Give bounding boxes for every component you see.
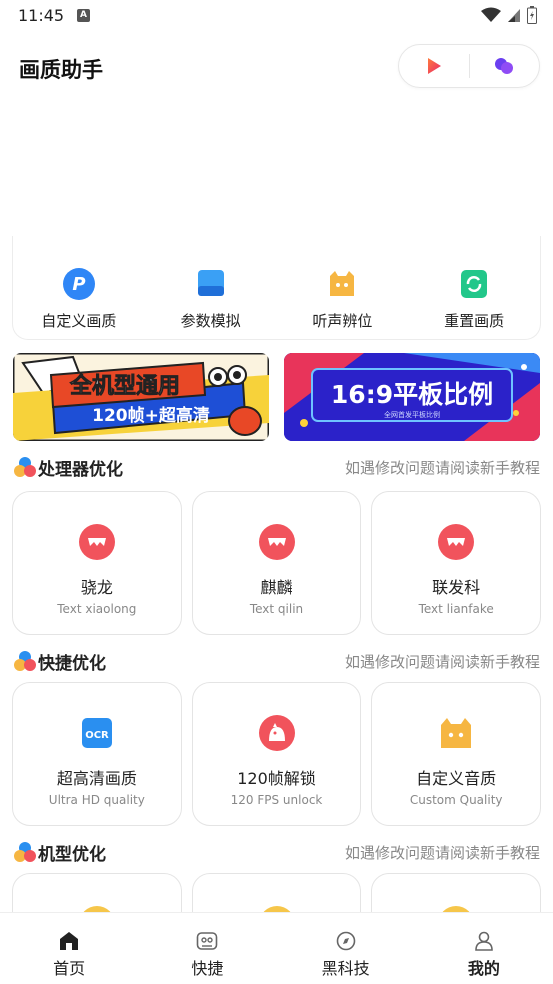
tab-quick[interactable]: 快捷 — [138, 913, 276, 984]
section-quick-header: 快捷优化 如遇修改问题请阅读新手教程 — [14, 649, 540, 674]
card-subtitle: Text qilin — [249, 602, 304, 616]
processor-icon — [78, 524, 115, 560]
community-button[interactable] — [470, 45, 540, 87]
bottom-tab-bar: 首页 快捷 黑科技 我的 — [0, 912, 553, 984]
home-icon — [60, 932, 79, 950]
card-subtitle: Text lianfake — [418, 602, 494, 616]
ocr-icon: OCR — [79, 715, 115, 751]
tab-home[interactable]: 首页 — [0, 913, 138, 984]
banner-tablet-ratio-art: 16:9平板比例 全网首发平板比例 — [284, 353, 540, 441]
svg-text:P: P — [72, 274, 85, 295]
card-kirin[interactable]: 麒麟 Text qilin — [191, 491, 362, 635]
processor-icon — [438, 524, 475, 560]
card-title: 骁龙 — [80, 578, 113, 597]
card-subtitle: Text xiaolong — [57, 602, 137, 616]
banner-all-models[interactable]: 全机型通用 120帧+超高清 — [13, 353, 269, 441]
card-ultra-hd[interactable]: OCR 超高清画质 Ultra HD quality — [12, 682, 182, 826]
section-title-wrap: 处理器优化 — [14, 455, 123, 480]
card-120fps[interactable]: 120帧解锁 120 FPS unlock — [191, 682, 362, 826]
section-title: 快捷优化 — [38, 653, 106, 674]
cat-face-icon — [438, 715, 474, 751]
card-title: 自定义音质 — [416, 769, 497, 788]
quick-grid: OCR 超高清画质 Ultra HD quality 120帧解锁 120 FP… — [12, 682, 542, 826]
gamepad-icon — [197, 932, 218, 950]
banner-all-models-art: 全机型通用 120帧+超高清 — [13, 353, 269, 441]
tab-label: 黑科技 — [321, 959, 370, 978]
tab-label: 首页 — [53, 959, 86, 978]
section-model-header: 机型优化 如遇修改问题请阅读新手教程 — [14, 840, 540, 865]
section-logo-icon — [14, 842, 36, 862]
tool-reset-quality[interactable]: 重置画质 — [408, 236, 540, 339]
section-logo-icon — [14, 457, 36, 477]
section-hint-link[interactable]: 如遇修改问题请阅读新手教程 — [345, 842, 540, 863]
section-logo-icon — [14, 651, 36, 671]
tool-label: 重置画质 — [444, 312, 505, 330]
tool-parameter-sim[interactable]: 参数模拟 — [145, 236, 277, 339]
play-icon — [427, 58, 441, 74]
notification-badge: A — [77, 9, 90, 22]
tool-sound-locate[interactable]: 听声辨位 — [277, 236, 409, 339]
banner-right-title: 16:9平板比例 — [331, 380, 493, 409]
tab-label: 快捷 — [191, 959, 224, 978]
section-title: 处理器优化 — [38, 459, 123, 480]
tab-tech[interactable]: 黑科技 — [277, 913, 415, 984]
section-hint-link[interactable]: 如遇修改问题请阅读新手教程 — [345, 651, 540, 672]
section-title: 机型优化 — [38, 844, 106, 865]
section-title-wrap: 机型优化 — [14, 840, 106, 865]
bubbles-icon — [495, 58, 514, 74]
page-title: 画质助手 — [19, 58, 103, 82]
user-icon — [475, 931, 493, 951]
processor-grid: 骁龙 Text xiaolong 麒麟 Text qilin 联发科 Text … — [12, 491, 542, 635]
card-mediatek[interactable]: 联发科 Text lianfake — [371, 491, 542, 635]
status-time: 11:45 — [18, 6, 65, 25]
card-title: 麒麟 — [260, 578, 293, 597]
tool-label: 参数模拟 — [180, 312, 241, 330]
header-capsule — [398, 44, 540, 88]
chick-icon — [258, 715, 295, 751]
card-subtitle: Custom Quality — [409, 793, 503, 807]
card-title: 联发科 — [432, 578, 481, 597]
compass-icon — [336, 931, 355, 951]
signal-icon — [508, 9, 520, 22]
card-subtitle: 120 FPS unlock — [230, 793, 323, 807]
video-button[interactable] — [399, 45, 469, 87]
battery-icon — [527, 6, 537, 24]
card-snapdragon[interactable]: 骁龙 Text xiaolong — [12, 491, 182, 635]
status-bar: 11:45 A — [0, 0, 553, 32]
banner-left-line2: 120帧+超高清 — [92, 405, 210, 426]
wifi-icon — [481, 7, 501, 22]
card-custom-audio[interactable]: 自定义音质 Custom Quality — [371, 682, 542, 826]
tool-custom-quality[interactable]: P 自定义画质 — [13, 236, 145, 339]
tab-mine[interactable]: 我的 — [415, 913, 553, 984]
card-title: 超高清画质 — [56, 769, 137, 788]
section-processor-header: 处理器优化 如遇修改问题请阅读新手教程 — [14, 455, 540, 480]
card-title: 120帧解锁 — [237, 769, 316, 788]
card-subtitle: Ultra HD quality — [48, 793, 145, 807]
reset-quality-icon — [458, 268, 490, 300]
banner-right-subtitle: 全网首发平板比例 — [384, 410, 440, 419]
status-icons — [481, 6, 537, 24]
processor-icon — [258, 524, 295, 560]
tools-card: P 自定义画质 参数模拟 听声辨位 重置画质 — [12, 236, 541, 340]
banner-tablet-ratio[interactable]: 16:9平板比例 全网首发平板比例 — [284, 353, 540, 441]
svg-text:OCR: OCR — [85, 730, 109, 741]
section-title-wrap: 快捷优化 — [14, 649, 106, 674]
section-hint-link[interactable]: 如遇修改问题请阅读新手教程 — [345, 457, 540, 478]
banner-left-line1: 全机型通用 — [69, 373, 180, 399]
parameter-sim-icon — [195, 268, 227, 300]
sound-locate-icon — [326, 268, 358, 300]
tool-label: 听声辨位 — [312, 312, 373, 330]
tab-label: 我的 — [467, 959, 500, 978]
tool-label: 自定义画质 — [41, 312, 117, 330]
custom-quality-icon: P — [62, 268, 95, 300]
